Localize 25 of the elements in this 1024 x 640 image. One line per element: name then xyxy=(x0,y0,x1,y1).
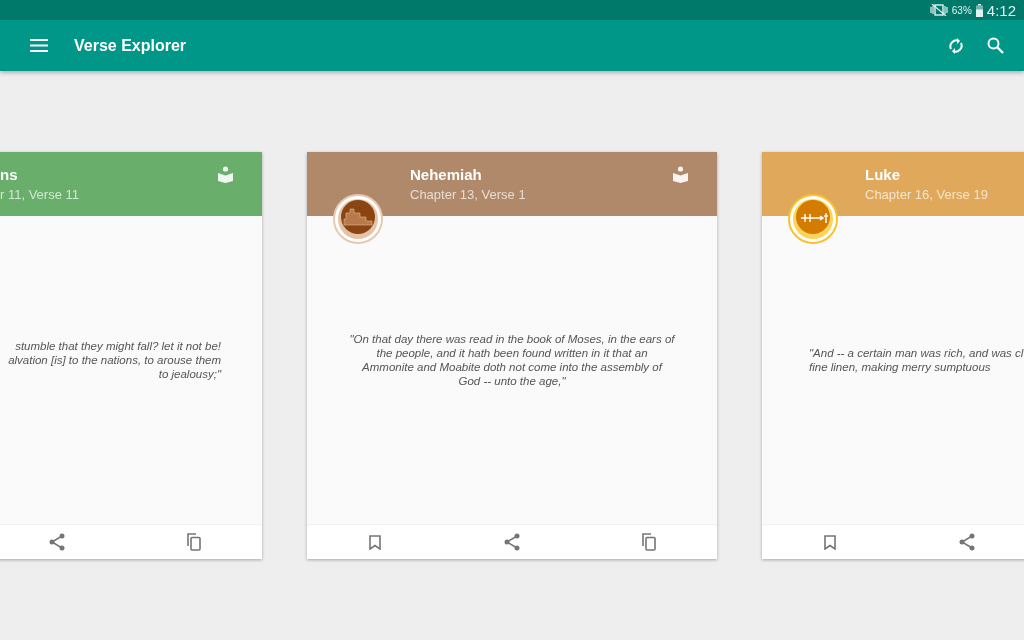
brick-wall-icon xyxy=(338,199,378,239)
clock: 4:12 xyxy=(986,1,1016,19)
share-icon xyxy=(504,533,520,551)
verse-text: "And -- a certain man was rich, and was cl fine linen, making merry sumptuous xyxy=(809,346,1024,374)
chapter-verse: Chapter 16, Verse 19 xyxy=(865,187,988,202)
chapter-verse: r 11, Verse 11 xyxy=(0,187,79,202)
muted-vibrate-icon xyxy=(929,4,948,16)
timeline-icon xyxy=(793,199,833,239)
book-reader-icon[interactable] xyxy=(672,166,689,183)
verse-text: stumble that they might fall? let it not be! alvation [is] to the nations, to arouse them to jealousy;" xyxy=(7,339,221,381)
book-title: Nehemiah xyxy=(410,166,482,183)
bookmark-icon xyxy=(824,534,837,550)
share-icon xyxy=(959,533,975,551)
app-title: Verse Explorer xyxy=(74,36,188,55)
book-title: ns xyxy=(0,166,18,183)
book-title: Luke xyxy=(865,166,900,183)
book-reader-icon[interactable] xyxy=(217,166,234,183)
chapter-verse: Chapter 13, Verse 1 xyxy=(410,187,526,202)
copy-icon xyxy=(185,533,202,551)
copy-icon xyxy=(640,533,657,551)
verse-text: "On that day there was read in the book of Moses, in the ears of the people, and it hath been found written in it that an Ammonite and Moabite doth not come into the assembly of God -- unto the age," xyxy=(348,332,677,388)
battery-icon xyxy=(975,3,983,17)
bookmark-icon xyxy=(369,534,382,550)
battery-percent: 63% xyxy=(951,4,972,16)
share-icon xyxy=(49,533,65,551)
